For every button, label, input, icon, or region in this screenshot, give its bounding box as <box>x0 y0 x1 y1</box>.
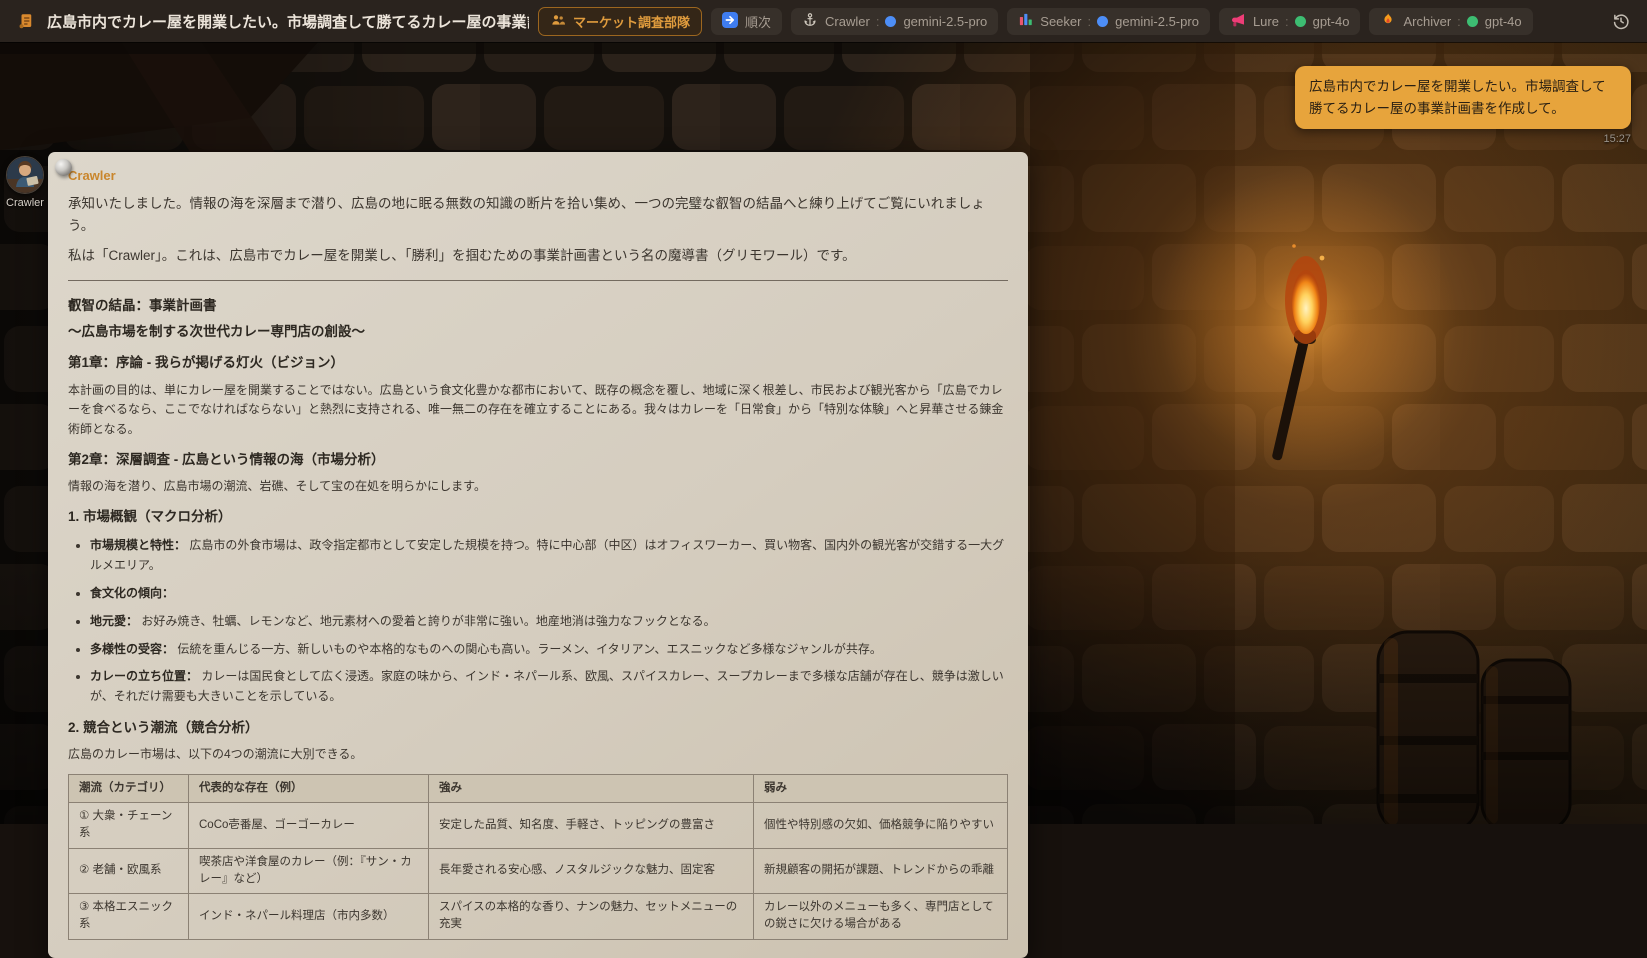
intro-paragraph: 私は「Crawler」。これは、広島市でカレー屋を開業し、「勝利」を掴むための事… <box>68 245 1008 267</box>
panel-author: Crawler <box>68 168 1008 183</box>
team-badge[interactable]: マーケット調査部隊 <box>538 7 702 36</box>
mode-badge[interactable]: 順次 <box>711 8 782 35</box>
top-bar: 広島市内でカレー屋を開業したい。市場調査して勝てるカレー屋の事業計画書を作成して… <box>0 0 1647 42</box>
sender-name: Crawler <box>5 197 45 209</box>
status-dot <box>1097 16 1108 27</box>
user-message: 広島市内でカレー屋を開業したい。市場調査して勝てるカレー屋の事業計画書を作成して… <box>1295 66 1631 145</box>
pin-sphere-icon <box>55 159 72 176</box>
chapter2-heading: 第2章：深層調査 - 広島という情報の海（市場分析） <box>68 449 1008 471</box>
megaphone-icon <box>1230 12 1246 31</box>
status-dot <box>885 16 896 27</box>
agent-badge-crawler[interactable]: Crawler : gemini-2.5-pro <box>791 8 998 35</box>
column-header: 潮流（カテゴリ） <box>69 774 189 802</box>
scroll-icon <box>14 9 38 33</box>
chapter1-body: 本計画の目的は、単にカレー屋を開業することではない。広島という食文化豊かな都市に… <box>68 381 1008 440</box>
task-title: 広島市内でカレー屋を開業したい。市場調査して勝てるカレー屋の事業計画書を作成して… <box>47 11 529 32</box>
section1-heading: 1. 市場概観（マクロ分析） <box>68 506 1008 528</box>
arrow-right-icon <box>722 12 738 31</box>
team-icon <box>550 12 566 31</box>
list-item: 多様性の受容： 伝統を重んじる一方、新しいものや本格的なものへの関心も高い。ラー… <box>90 640 1008 660</box>
phoenix-icon <box>1380 12 1396 31</box>
list-item: カレーの立ち位置： カレーは国民食として広く浸透。家庭の味から、インド・ネパール… <box>90 667 1008 707</box>
table-header-row: 潮流（カテゴリ） 代表的な存在（例） 強み 弱み <box>69 774 1008 802</box>
divider <box>68 280 1008 281</box>
section2-intro: 広島のカレー市場は、以下の4つの潮流に大別できる。 <box>68 745 1008 765</box>
user-message-bubble: 広島市内でカレー屋を開業したい。市場調査して勝てるカレー屋の事業計画書を作成して… <box>1295 66 1631 129</box>
crawler-avatar <box>6 156 44 194</box>
status-dot <box>1295 16 1306 27</box>
intro-paragraph: 承知いたしました。情報の海を深層まで潜り、広島の地に眠る無数の知識の断片を拾い集… <box>68 193 1008 238</box>
anchor-icon <box>802 12 818 31</box>
list-item: 地元愛： お好み焼き、牡蠣、レモンなど、地元素材への愛着と誇りが非常に強い。地産… <box>90 612 1008 632</box>
intro-section: 承知いたしました。情報の海を深層まで潜り、広島の地に眠る無数の知識の断片を拾い集… <box>68 193 1008 267</box>
market-overview-list: 市場規模と特性： 広島市の外食市場は、政令指定都市として安定した規模を持つ。特に… <box>68 536 1008 707</box>
business-plan-document: 叡智の結晶：事業計画書 〜広島市場を制する次世代カレー専門店の創設〜 第1章：序… <box>68 295 1008 940</box>
doc-title: 叡智の結晶：事業計画書 <box>68 295 1008 317</box>
column-header: 代表的な存在（例） <box>189 774 429 802</box>
list-item: 市場規模と特性： 広島市の外食市場は、政令指定都市として安定した規模を持つ。特に… <box>90 536 1008 576</box>
chapter2-intro: 情報の海を潜り、広島市場の潮流、岩礁、そして宝の在処を明らかにします。 <box>68 477 1008 497</box>
table-row: ① 大衆・チェーン系 CoCo壱番屋、ゴーゴーカレー 安定した品質、知名度、手軽… <box>69 803 1008 849</box>
competitor-table: 潮流（カテゴリ） 代表的な存在（例） 強み 弱み ① 大衆・チェーン系 CoCo… <box>68 774 1008 940</box>
agent-message-panel[interactable]: Crawler 承知いたしました。情報の海を深層まで潜り、広島の地に眠る無数の知… <box>48 152 1028 958</box>
agent-badge-lure[interactable]: Lure : gpt-4o <box>1219 8 1361 35</box>
message-timestamp: 15:27 <box>1295 133 1631 145</box>
table-row: ② 老舗・欧風系 喫茶店や洋食屋のカレー（例：『サン・カレー』など） 長年愛され… <box>69 848 1008 894</box>
section2-heading: 2. 競合という潮流（競合分析） <box>68 717 1008 739</box>
doc-subtitle: 〜広島市場を制する次世代カレー専門店の創設〜 <box>68 321 1008 343</box>
sender-column: Crawler <box>5 156 45 209</box>
column-header: 強み <box>429 774 754 802</box>
agent-badge-archiver[interactable]: Archiver : gpt-4o <box>1369 8 1532 35</box>
column-header: 弱み <box>754 774 1008 802</box>
chapter1-heading: 第1章：序論 - 我らが掲げる灯火（ビジョン） <box>68 352 1008 374</box>
table-row: ③ 本格エスニック系 インド・ネパール料理店（市内多数） スパイスの本格的な香り… <box>69 894 1008 940</box>
bar-chart-icon <box>1018 12 1033 30</box>
status-dot <box>1467 16 1478 27</box>
list-item: 食文化の傾向： <box>90 584 1008 604</box>
agent-badge-seeker[interactable]: Seeker : gemini-2.5-pro <box>1007 8 1210 35</box>
history-button[interactable] <box>1609 9 1633 33</box>
